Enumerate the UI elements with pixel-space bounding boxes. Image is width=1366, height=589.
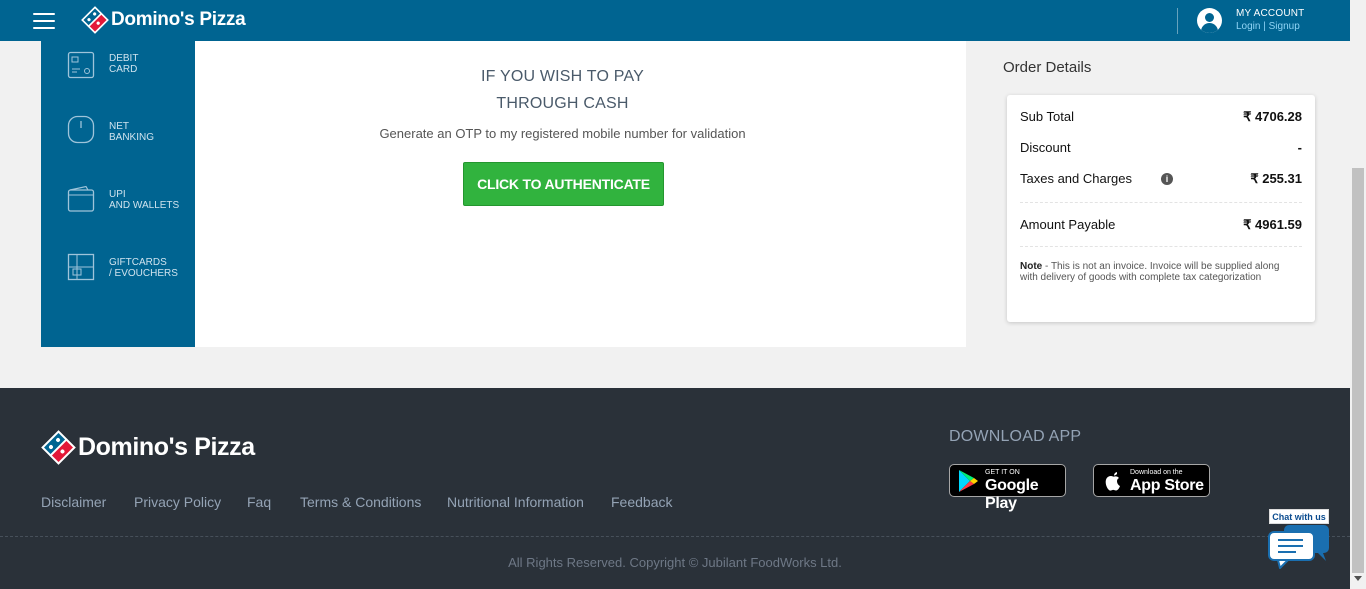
chat-label[interactable]: Chat with us <box>1269 509 1329 524</box>
cash-payment-panel: IF YOU WISH TO PAY THROUGH CASH Generate … <box>195 41 966 347</box>
footer-link-privacy-policy[interactable]: Privacy Policy <box>134 494 221 510</box>
header-bar: Domino's Pizza MY ACCOUNT Login | Signup <box>0 0 1350 41</box>
info-icon[interactable]: i <box>1161 173 1173 185</box>
dominos-tile-icon <box>41 430 76 465</box>
footer-link-terms[interactable]: Terms & Conditions <box>300 494 421 510</box>
my-account-label[interactable]: MY ACCOUNT <box>1236 8 1305 19</box>
google-play-big-text: Google Play <box>985 477 1039 512</box>
brand-name: Domino's Pizza <box>111 9 246 30</box>
dominos-tile-icon <box>81 6 109 34</box>
chat-icon[interactable] <box>1268 523 1330 569</box>
authenticate-button[interactable]: CLICK TO AUTHENTICATE <box>463 162 664 206</box>
taxes-value: ₹ 255.31 <box>1250 171 1302 186</box>
payment-method-label: GIFTCARDS / EVOUCHERS <box>109 257 178 279</box>
order-divider <box>1020 246 1302 247</box>
header-divider <box>1177 8 1178 34</box>
footer: Domino's Pizza Disclaimer Privacy Policy… <box>0 388 1350 589</box>
amount-payable-label: Amount Payable <box>1020 217 1116 232</box>
app-store-big-text: App Store <box>1130 477 1204 494</box>
google-play-small-text: GET IT ON <box>985 469 1020 476</box>
payment-method-net-banking[interactable]: NET BANKING <box>41 115 195 167</box>
payment-method-label: DEBIT CARD <box>109 53 139 75</box>
taxes-label: Taxes and Charges <box>1020 171 1133 186</box>
google-play-icon <box>959 470 978 492</box>
account-icon[interactable] <box>1197 8 1222 33</box>
cash-payment-title: IF YOU WISH TO PAY THROUGH CASH <box>480 68 645 112</box>
apple-icon <box>1105 472 1120 491</box>
order-details-title: Order Details <box>1003 59 1092 76</box>
giftcard-icon <box>67 253 95 281</box>
link-separator: | <box>1263 21 1266 32</box>
order-divider <box>1020 202 1302 203</box>
footer-link-faq[interactable]: Faq <box>247 494 271 510</box>
debit-card-icon <box>67 51 95 79</box>
payment-method-label: UPI AND WALLETS <box>109 189 180 211</box>
otp-instruction: Generate an OTP to my registered mobile … <box>379 126 746 141</box>
menu-icon[interactable] <box>33 13 55 29</box>
payment-method-giftcards[interactable]: GIFTCARDS / EVOUCHERS <box>41 253 195 303</box>
account-links: Login | Signup <box>1236 21 1300 32</box>
footer-logo[interactable]: Domino's Pizza <box>41 430 255 465</box>
net-banking-icon <box>67 115 95 144</box>
footer-brand-name: Domino's Pizza <box>78 433 255 461</box>
invoice-note: Note - This is not an invoice. Invoice w… <box>1020 261 1280 283</box>
copyright-text: All Rights Reserved. Copyright © Jubilan… <box>508 555 842 570</box>
signup-link[interactable]: Signup <box>1269 21 1300 32</box>
app-store-button[interactable]: Download on the App Store <box>1093 464 1210 497</box>
payment-method-label: NET BANKING <box>109 121 155 143</box>
login-link[interactable]: Login <box>1236 21 1260 32</box>
scrollbar-thumb[interactable] <box>1352 168 1364 573</box>
payment-method-upi-wallets[interactable]: UPI AND WALLETS <box>41 185 195 235</box>
download-app-title: DOWNLOAD APP <box>949 428 1082 445</box>
discount-value: - <box>1297 140 1302 155</box>
payment-method-debit-card[interactable]: DEBIT CARD <box>41 49 195 99</box>
footer-divider <box>0 536 1350 537</box>
footer-link-feedback[interactable]: Feedback <box>611 494 672 510</box>
app-store-small-text: Download on the <box>1130 469 1183 476</box>
dominos-logo[interactable]: Domino's Pizza <box>81 5 246 35</box>
amount-payable-value: ₹ 4961.59 <box>1243 217 1302 232</box>
sub-total-label: Sub Total <box>1020 109 1074 124</box>
payment-method-nav: DEBIT CARD NET BANKING UPI AND WALLETS GIFT… <box>41 41 195 347</box>
scroll-down-icon[interactable] <box>1354 576 1362 581</box>
footer-link-disclaimer[interactable]: Disclaimer <box>41 494 106 510</box>
discount-label: Discount <box>1020 140 1071 155</box>
footer-link-nutrition[interactable]: Nutritional Information <box>447 494 584 510</box>
sub-total-value: ₹ 4706.28 <box>1243 109 1302 124</box>
wallet-icon <box>67 185 95 212</box>
order-details-card: Sub Total ₹ 4706.28 Discount - Taxes and… <box>1007 95 1315 322</box>
google-play-button[interactable]: GET IT ON Google Play <box>949 464 1066 512</box>
